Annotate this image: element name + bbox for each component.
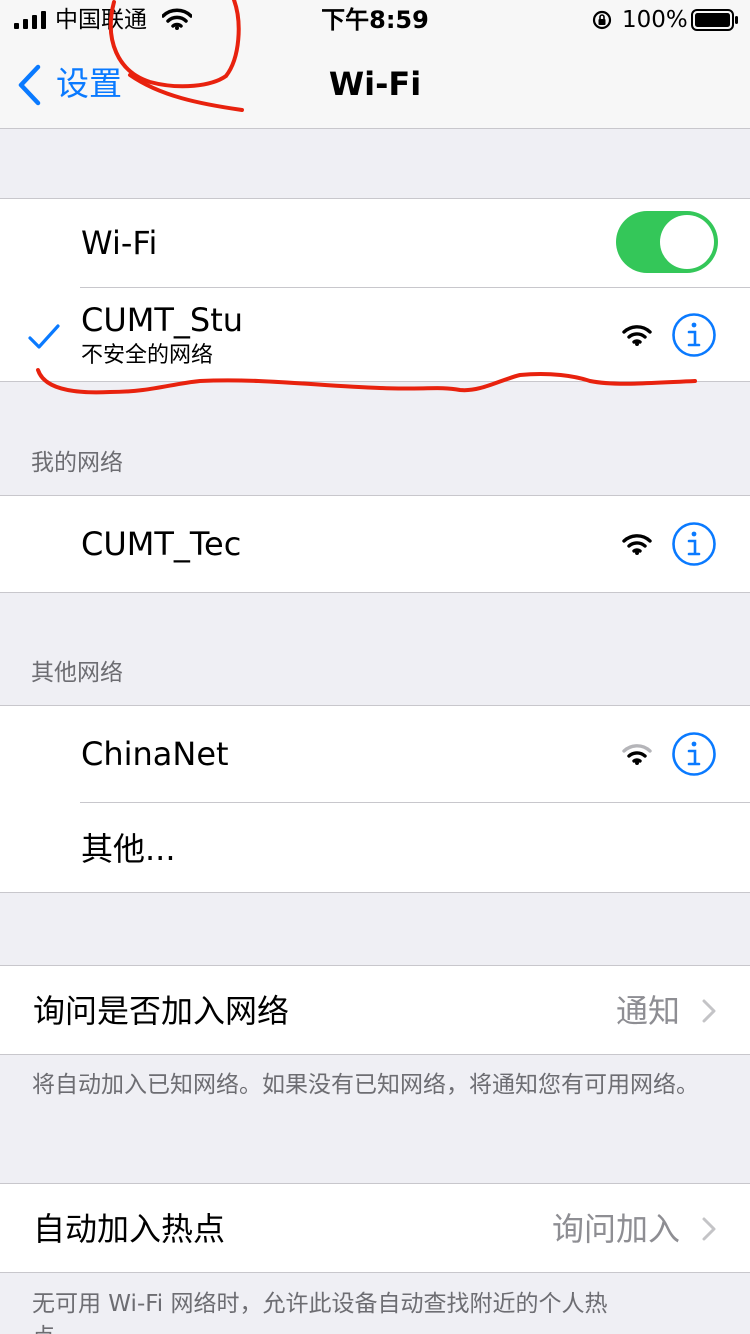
navigation-bar: 设置 Wi-Fi [0, 40, 750, 129]
status-bar: 中国联通 下午8:59 100% [0, 0, 750, 40]
wifi-main-group: Wi-Fi CUMT_Stu 不安全的网络 [0, 198, 750, 382]
checkmark-icon [28, 324, 60, 349]
my-networks-header: 我的网络 [31, 450, 123, 476]
network-row[interactable]: CUMT_Tec [0, 496, 750, 592]
my-networks-group: CUMT_Tec [0, 495, 750, 593]
other-network-label: 其他... [81, 830, 176, 868]
auto-join-hotspot-footer: 无可用 Wi-Fi 网络时，允许此设备自动查找附近的个人热点。 [32, 1291, 608, 1334]
network-name: ChinaNet [81, 735, 229, 773]
chevron-right-icon [702, 1217, 716, 1241]
info-icon[interactable] [671, 312, 717, 358]
wifi-toggle-label: Wi-Fi [81, 224, 158, 262]
wifi-toggle-knob [660, 215, 714, 269]
ask-to-join-value: 通知 [615, 992, 680, 1030]
network-name: CUMT_Stu [81, 301, 244, 339]
chevron-right-icon [702, 999, 716, 1023]
battery-percent: 100% [622, 7, 688, 33]
auto-join-hotspot-row[interactable]: 自动加入热点 询问加入 [0, 1183, 750, 1273]
connected-network-row[interactable]: CUMT_Stu 不安全的网络 [0, 288, 750, 382]
wifi-strength-icon [622, 534, 652, 555]
ask-to-join-label: 询问是否加入网络 [33, 992, 290, 1030]
ask-to-join-row[interactable]: 询问是否加入网络 通知 [0, 965, 750, 1055]
other-networks-header: 其他网络 [31, 660, 123, 686]
wifi-toggle[interactable] [616, 211, 718, 273]
battery-icon [691, 9, 738, 31]
info-icon[interactable] [671, 731, 717, 777]
ask-to-join-footer: 将自动加入已知网络。如果没有已知网络，将通知您有可用网络。 [32, 1072, 699, 1098]
info-icon[interactable] [671, 521, 717, 567]
auto-join-hotspot-value: 询问加入 [551, 1210, 680, 1248]
auto-join-hotspot-label: 自动加入热点 [33, 1210, 226, 1248]
page-title: Wi-Fi [328, 65, 422, 103]
wifi-strength-icon [622, 744, 652, 765]
network-security-subtitle: 不安全的网络 [81, 343, 214, 368]
other-networks-group: ChinaNet 其他... [0, 705, 750, 893]
wifi-strength-icon [622, 325, 652, 346]
other-network-row[interactable]: 其他... [0, 803, 750, 892]
network-row[interactable]: ChinaNet [0, 706, 750, 802]
orientation-lock-icon [592, 10, 612, 30]
network-name: CUMT_Tec [81, 525, 242, 563]
